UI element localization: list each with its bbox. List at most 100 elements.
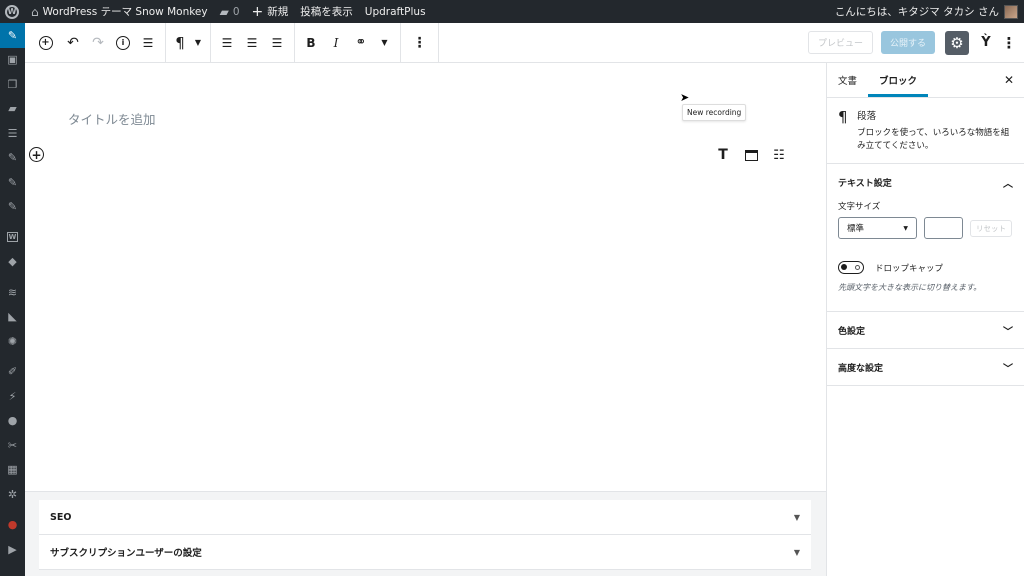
block-type-dropdown[interactable]: ▼ xyxy=(191,29,205,57)
text-settings-toggle[interactable]: テキスト設定 ︿ xyxy=(827,164,1024,200)
menu-item-custom-2[interactable]: ✎ xyxy=(0,170,25,195)
wp-logo-button[interactable]: W xyxy=(0,0,25,23)
editor-canvas: タイトルを追加 + T ☷ ➤ New recording xyxy=(25,63,826,491)
admin-menu: ✎ ▣ ❐ ▰ ☰ ✎ ✎ ✎ W ◆ ≋ ◣ ✺ ✐ ⚡ ● ✂ ▦ ✲ ● … xyxy=(0,23,25,576)
content-info-button[interactable]: i xyxy=(111,29,135,57)
menu-item-appearance[interactable]: ✐ xyxy=(0,360,25,385)
menu-item-marketing[interactable]: ◣ xyxy=(0,305,25,330)
menu-item-custom-1[interactable]: ✎ xyxy=(0,146,25,171)
custom-font-size-input[interactable] xyxy=(924,217,963,239)
admin-bar: W ⌂ WordPress テーマ Snow Monkey ▰ 0 + 新規 投… xyxy=(0,0,1024,23)
settings-button[interactable]: ⚙ xyxy=(945,30,969,55)
menu-item-pages[interactable]: ❐ xyxy=(0,72,25,97)
color-settings-toggle[interactable]: 色設定 ﹀ xyxy=(827,312,1024,348)
bold-button[interactable]: B xyxy=(299,29,323,57)
greeting: こんにちは、キタジマ タカシ さん xyxy=(834,6,999,18)
pin-icon: ✎ xyxy=(7,28,18,42)
block-type-button[interactable]: ¶ xyxy=(170,29,190,57)
tab-document[interactable]: 文書 xyxy=(827,63,868,97)
more-vertical-icon: ⋮ xyxy=(1001,33,1017,52)
block-navigation-button[interactable]: ☰ xyxy=(136,29,160,57)
comments-link[interactable]: ▰ 0 xyxy=(214,0,246,23)
plugin-icon: ● xyxy=(7,518,18,532)
view-post-link[interactable]: 投稿を表示 xyxy=(294,0,359,23)
align-left-button[interactable]: ☰ xyxy=(215,29,239,57)
align-center-button[interactable]: ☰ xyxy=(240,29,264,57)
close-sidebar-button[interactable]: ✕ xyxy=(1004,73,1014,87)
plugin-sidebar-button[interactable]: Ỳ xyxy=(975,31,997,55)
gear-icon: ✲ xyxy=(7,487,18,501)
wordpress-icon: W xyxy=(5,4,19,19)
megaphone-icon: ◣ xyxy=(8,310,17,324)
menu-item-tools-a[interactable]: ✺ xyxy=(0,329,25,354)
block-more-options-button[interactable]: ⋮ xyxy=(408,29,432,57)
reset-font-size-button[interactable]: リセット xyxy=(970,219,1012,237)
outline-icon: ☰ xyxy=(142,35,154,50)
align-right-button[interactable]: ☰ xyxy=(265,29,289,57)
menu-item-layers[interactable]: ≋ xyxy=(0,280,25,305)
list-icon: ☷ xyxy=(773,147,785,163)
insert-list-button[interactable]: ☷ xyxy=(765,146,793,164)
menu-item-settings[interactable]: ✲ xyxy=(0,482,25,507)
more-tools-button[interactable]: ⋮ xyxy=(1000,31,1018,55)
menu-item-plugins[interactable]: ⚡ xyxy=(0,384,25,409)
add-block-button[interactable]: + xyxy=(34,29,58,57)
preview-button[interactable]: プレビュー xyxy=(807,31,873,54)
metabox-title: サブスクリプションユーザーの設定 xyxy=(50,548,202,559)
menu-item-plugin-extra[interactable]: ● xyxy=(0,513,25,538)
site-name: WordPress テーマ Snow Monkey xyxy=(42,6,208,18)
align-center-icon: ☰ xyxy=(246,35,258,50)
redo-button[interactable]: ↷ xyxy=(86,29,110,57)
metabox-seo[interactable]: SEO ▼ xyxy=(39,500,811,535)
font-size-select[interactable]: 標準 ▼ xyxy=(838,217,917,239)
insert-cover-button[interactable] xyxy=(737,146,765,164)
insert-heading-button[interactable]: T xyxy=(709,146,737,164)
plus-circle-icon: + xyxy=(31,147,42,162)
menu-item-woocommerce[interactable]: W xyxy=(0,225,25,250)
editor-toolbar: + ↶ ↷ i ☰ ¶ ▼ ☰ ☰ ☰ B I ⚭ ▼ ⋮ プレビュー 公開する… xyxy=(25,22,1024,63)
advanced-settings-toggle[interactable]: 高度な設定 ﹀ xyxy=(827,349,1024,385)
menu-item-posts[interactable]: ✎ xyxy=(0,23,25,48)
comments-icon: ▰ xyxy=(8,102,17,116)
publish-button[interactable]: 公開する xyxy=(880,31,935,54)
tools-icon: ✺ xyxy=(7,334,18,348)
plugins-icon: ⚡ xyxy=(8,389,17,403)
menu-item-list[interactable]: ☰ xyxy=(0,121,25,146)
drop-cap-toggle[interactable] xyxy=(838,261,864,274)
inline-add-block-button[interactable]: + xyxy=(29,147,44,162)
italic-button[interactable]: I xyxy=(324,29,348,57)
menu-item-settings-grid[interactable]: ▦ xyxy=(0,458,25,483)
align-left-icon: ☰ xyxy=(221,35,233,50)
more-vertical-icon: ⋮ xyxy=(412,34,427,51)
updraftplus-link[interactable]: UpdraftPlus xyxy=(359,0,432,23)
media-icon: ▣ xyxy=(7,53,18,67)
menu-item-custom-3[interactable]: ✎ xyxy=(0,195,25,220)
more-formatting-dropdown[interactable]: ▼ xyxy=(378,29,392,57)
menu-item-products[interactable]: ◆ xyxy=(0,250,25,275)
settings-sidebar: 文書 ブロック ✕ ¶ 段落 ブロックを使って、いろいろな物語を組み立ててくださ… xyxy=(826,63,1024,576)
drop-cap-help: 先頭文字を大きな表示に切り替えます。 xyxy=(838,283,982,292)
tab-block[interactable]: ブロック xyxy=(868,63,928,97)
avatar[interactable] xyxy=(1004,4,1018,19)
menu-item-media[interactable]: ▣ xyxy=(0,48,25,73)
menu-item-users[interactable]: ● xyxy=(0,409,25,434)
menu-item-tools[interactable]: ✂ xyxy=(0,433,25,458)
metabox-subscription[interactable]: サブスクリプションユーザーの設定 ▼ xyxy=(39,535,811,570)
caret-down-icon: ▼ xyxy=(793,547,800,557)
chevron-down-icon: ﹀ xyxy=(1003,326,1013,338)
home-icon: ⌂ xyxy=(31,4,39,19)
updraftplus-label: UpdraftPlus xyxy=(364,5,426,18)
site-name-link[interactable]: ⌂ WordPress テーマ Snow Monkey xyxy=(25,0,214,23)
menu-item-comments[interactable]: ▰ xyxy=(0,97,25,122)
menu-item-collapse[interactable]: ▶ xyxy=(0,537,25,562)
drop-cap-label: ドロップキャップ xyxy=(875,263,944,274)
plus-icon: + xyxy=(251,3,264,20)
heading-icon: T xyxy=(718,147,728,163)
cover-icon xyxy=(744,149,758,161)
my-account-link[interactable]: こんにちは、キタジマ タカシ さん xyxy=(829,0,999,23)
link-button[interactable]: ⚭ xyxy=(349,29,373,57)
chevron-down-icon: ﹀ xyxy=(1003,363,1013,375)
new-content-link[interactable]: + 新規 xyxy=(246,0,295,23)
post-title-input[interactable]: タイトルを追加 xyxy=(68,109,156,128)
undo-button[interactable]: ↶ xyxy=(61,29,85,57)
